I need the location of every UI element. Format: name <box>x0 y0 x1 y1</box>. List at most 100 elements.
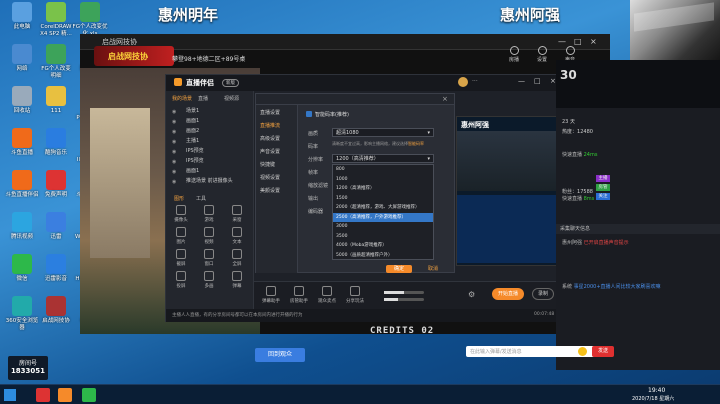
desktop-icon[interactable]: 111 <box>38 86 74 115</box>
settings-dialog[interactable]: × 直播设置 直播推流 高级设置 声音设置 快捷键 视频设置 美颜设置 智能码率(推荐) 画… <box>255 93 455 273</box>
eye-icon[interactable]: ◉ <box>172 148 176 156</box>
bitrate-option[interactable]: 3000 <box>333 222 433 231</box>
companion-minimize-icon[interactable]: — <box>518 77 525 85</box>
settings-menu-item[interactable]: 直播设置 <box>260 109 280 116</box>
desktop-icon[interactable]: 迅雷影音 <box>38 254 74 283</box>
bitrate-option[interactable]: 2000（超清推荐，游戏、大屏游戏推荐） <box>333 203 433 212</box>
taskbar-app-icon[interactable] <box>82 388 96 402</box>
tab-2[interactable]: 视频源 <box>224 95 239 102</box>
tool-11[interactable]: 弹幕 <box>226 271 248 289</box>
tab-1[interactable]: 直播 <box>198 95 208 102</box>
settings-menu-item[interactable]: 声音设置 <box>260 148 280 155</box>
emoji-icon[interactable] <box>578 347 587 356</box>
desktop-icon[interactable]: 微信 <box>4 254 40 283</box>
tools-tab[interactable]: 图形 <box>174 195 184 202</box>
desktop-icon[interactable]: 免费声明 <box>38 170 74 199</box>
avatar[interactable] <box>458 77 468 87</box>
settings-menu-item[interactable]: 视频设置 <box>260 174 280 181</box>
smart-bitrate-link[interactable]: 智能码率 <box>408 141 424 146</box>
eye-icon[interactable]: ◉ <box>172 108 176 116</box>
record-button[interactable]: 录制 <box>532 288 554 300</box>
bitrate-option[interactable]: 1000 <box>333 175 433 184</box>
tool-4[interactable]: 视频 <box>198 227 220 245</box>
scene-item[interactable]: 主播1 ◉ <box>166 137 199 145</box>
game-close-icon[interactable]: × <box>590 37 597 46</box>
desktop-icon[interactable]: 斗鱼直播 <box>4 128 40 157</box>
more-icon[interactable]: ··· <box>472 78 478 85</box>
desktop-icon[interactable]: 此电脑 <box>4 2 40 31</box>
tool-0[interactable]: 摄像头 <box>170 205 192 223</box>
bitrate-select[interactable]: 1200（高清推荐） ▾ <box>332 154 434 163</box>
bitrate-dropdown[interactable]: 800 1000 1200（高清推荐） 1500 2000（超清推荐，游戏、大屏游戏推荐… <box>332 164 434 260</box>
game-minimize-icon[interactable]: — <box>558 37 566 46</box>
eye-icon[interactable]: ◉ <box>172 178 176 186</box>
desktop-icon[interactable]: 腾讯视频 <box>4 212 40 241</box>
taskbar-app-icon[interactable] <box>36 388 50 402</box>
quality-select[interactable]: 超清1080 ▾ <box>332 128 434 137</box>
bottom-tool[interactable]: 观众卖点 <box>316 286 338 304</box>
back-to-audience-button[interactable]: 回到观众 <box>255 348 305 362</box>
companion-maximize-icon[interactable]: □ <box>534 77 541 85</box>
volume-slider[interactable] <box>384 291 424 294</box>
mic-slider[interactable] <box>384 298 424 301</box>
tool-5[interactable]: 文本 <box>226 227 248 245</box>
eye-icon[interactable]: ◉ <box>172 168 176 176</box>
scene-item[interactable]: IPS预览 ◉ <box>166 157 204 165</box>
eye-icon[interactable]: ◉ <box>172 138 176 146</box>
eye-icon[interactable]: ◉ <box>172 118 176 126</box>
game-maximize-icon[interactable]: □ <box>574 37 582 46</box>
settings-menu-item[interactable]: 美颜设置 <box>260 187 280 194</box>
tab-0[interactable]: 我的场景 <box>172 95 192 102</box>
settings-menu-item[interactable]: 高级设置 <box>260 135 280 142</box>
tool-8[interactable]: 全屏 <box>226 249 248 267</box>
start-stream-button[interactable]: 开始直播 <box>492 288 524 300</box>
tool-6[interactable]: 截屏 <box>170 249 192 267</box>
tool-7[interactable]: 窗口 <box>198 249 220 267</box>
tool-3[interactable]: 图片 <box>170 227 192 245</box>
scene-item[interactable]: 场景1 ◉ <box>166 107 199 115</box>
eye-icon[interactable]: ◉ <box>172 158 176 166</box>
tool-1[interactable]: 游戏 <box>198 205 220 223</box>
settings-gear-icon[interactable]: ⚙ <box>468 290 475 299</box>
bitrate-option[interactable]: 1500 <box>333 194 433 203</box>
scene-item[interactable]: IPS预览 ◉ <box>166 147 204 155</box>
taskbar-app-icon[interactable] <box>58 388 72 402</box>
bottom-tool[interactable]: 弹幕助手 <box>260 286 282 304</box>
eye-icon[interactable]: ◉ <box>172 128 176 136</box>
desktop-icon[interactable]: 360安全浏览器 <box>4 296 40 331</box>
bitrate-option[interactable]: 800 <box>333 165 433 174</box>
scene-item[interactable]: 画面2 ◉ <box>166 127 199 135</box>
desktop-icon[interactable]: FG个人改变优化.xls <box>72 2 108 37</box>
broadcast-icon[interactable]: 房播 <box>502 46 526 63</box>
settings-close-icon[interactable]: × <box>442 95 448 103</box>
tool-10[interactable]: 多画 <box>198 271 220 289</box>
smart-bitrate-checkbox[interactable] <box>306 111 312 117</box>
bottom-tool[interactable]: 分享玩法 <box>344 286 366 304</box>
scene-item[interactable]: 推送场景 前进摄像头 ◉ <box>166 177 233 185</box>
desktop-icon[interactable]: 迅雷 <box>38 212 74 241</box>
desktop-icon[interactable]: 网络 <box>4 44 40 73</box>
scene-item[interactable]: 画面1 ◉ <box>166 117 199 125</box>
tool-9[interactable]: 投屏 <box>170 271 192 289</box>
send-button[interactable]: 发送 <box>592 346 614 357</box>
tool-2[interactable]: 采窗 <box>226 205 248 223</box>
desktop-icon[interactable]: 启战网技协 <box>38 296 74 325</box>
desktop-icon[interactable]: 斗鱼直播伴侣 <box>4 170 40 199</box>
settings-menu-item[interactable]: 直播推流 <box>260 122 280 129</box>
scene-item[interactable]: 画面1 ◉ <box>166 167 199 175</box>
bitrate-option[interactable]: 3500 <box>333 232 433 241</box>
gear-icon[interactable]: 设置 <box>530 46 554 63</box>
desktop-icon[interactable]: FG个人改变 明细 <box>38 44 74 79</box>
cancel-button[interactable]: 取消 <box>420 265 446 273</box>
bitrate-option[interactable]: 2500（高清推荐，户外游戏推荐） <box>333 212 433 222</box>
bottom-tool[interactable]: 房管助手 <box>288 286 310 304</box>
settings-menu-item[interactable]: 快捷键 <box>260 161 275 168</box>
companion-close-icon[interactable]: × <box>550 77 556 85</box>
bitrate-option[interactable]: 1200（高清推荐） <box>333 184 433 193</box>
bitrate-option[interactable]: 5000（画质超清推荐户外） <box>333 251 433 260</box>
desktop-icon[interactable]: CorelDRAW X4 SP2 精... <box>38 2 74 37</box>
bitrate-option[interactable]: 4000（Moba游戏推荐） <box>333 241 433 250</box>
desktop-icon[interactable]: 回收站 <box>4 86 40 115</box>
ok-button[interactable]: 确定 <box>386 265 412 273</box>
tools-tab[interactable]: 工具 <box>196 195 206 202</box>
